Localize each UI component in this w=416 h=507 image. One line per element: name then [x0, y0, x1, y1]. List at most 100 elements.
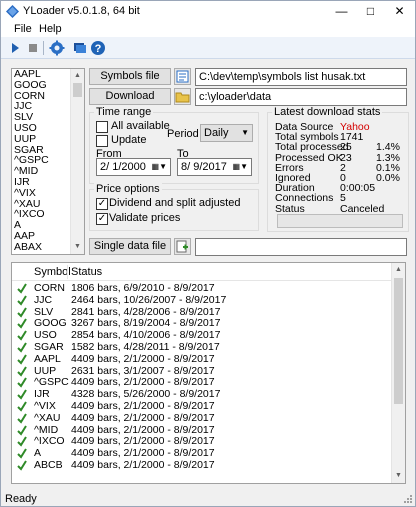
window-title: YLoader v5.0.1.8, 64 bit — [23, 5, 140, 17]
from-date-value: 2/ 1/2000 — [100, 161, 146, 173]
row-symbol: CORN — [34, 282, 65, 294]
single-data-file-path[interactable] — [195, 238, 407, 256]
table-row[interactable]: CORN 1806 bars, 6/9/2010 - 8/9/2017 — [12, 282, 392, 295]
results-grid[interactable]: Symbol Status CORN 1806 bars, 6/9/2010 - … — [11, 262, 406, 484]
folder-icon — [175, 92, 190, 103]
success-check-icon — [17, 448, 27, 459]
row-symbol: SGAR — [34, 341, 64, 353]
symbols-list[interactable]: AAPL GOOG CORN JJC SLV USO UUP SGAR ^GSPC ^MID IJR… — [11, 68, 85, 255]
resize-grip-icon[interactable] — [403, 494, 413, 504]
success-check-icon — [17, 401, 27, 412]
status-bar: Ready — [1, 491, 415, 506]
stats-percent: 0.0% — [376, 172, 400, 184]
row-status: 4409 bars, 2/1/2000 - 8/9/2017 — [71, 459, 215, 471]
period-select[interactable]: Daily ▼ — [200, 124, 253, 142]
edit-symbols-file-button[interactable] — [174, 68, 191, 85]
open-files-icon[interactable] — [72, 40, 88, 56]
update-label: Update — [111, 134, 147, 146]
scroll-down-icon[interactable]: ▼ — [392, 469, 405, 483]
period-label: Period — [167, 128, 199, 140]
row-symbol: AAPL — [34, 352, 61, 365]
row-symbol: ABCB — [34, 459, 63, 471]
settings-gear-icon[interactable] — [49, 40, 65, 56]
from-date-picker[interactable]: 2/ 1/2000 ▦▼ — [96, 158, 171, 176]
to-date-picker[interactable]: 8/ 9/2017 ▦▼ — [177, 158, 252, 176]
table-row[interactable]: ^XAU 4409 bars, 2/1/2000 - 8/9/2017 — [12, 411, 392, 425]
row-status: 4409 bars, 2/1/2000 - 8/9/2017 — [71, 352, 215, 365]
row-status: 1582 bars, 4/28/2011 - 8/9/2017 — [71, 341, 220, 353]
row-status: 2464 bars, 10/26/2007 - 8/9/2017 — [71, 293, 227, 306]
symbols-file-path[interactable]: C:\dev\temp\symbols list husak.txt — [195, 68, 407, 86]
validate-prices-label: Validate prices — [109, 212, 181, 224]
minimize-icon[interactable]: — — [327, 1, 356, 22]
status-text: Ready — [5, 493, 37, 505]
download-directory-path[interactable]: c:\yloader\data — [195, 88, 407, 106]
menu-bar: File Help — [1, 22, 415, 37]
row-status: 4409 bars, 2/1/2000 - 8/9/2017 — [71, 411, 215, 424]
start-download-icon[interactable] — [7, 40, 23, 56]
table-row[interactable]: JJC 2464 bars, 10/26/2007 - 8/9/2017 — [12, 293, 392, 307]
column-header-symbol[interactable]: Symbol — [34, 266, 71, 278]
toolbar-separator — [43, 41, 44, 55]
scroll-up-icon[interactable]: ▲ — [71, 69, 84, 83]
scroll-thumb[interactable] — [394, 278, 403, 404]
update-checkbox[interactable] — [96, 135, 108, 147]
svg-text:?: ? — [95, 43, 102, 55]
yloader-app-icon — [6, 5, 19, 18]
success-check-icon — [17, 425, 27, 436]
download-progress-bar — [277, 214, 403, 228]
menu-help[interactable]: Help — [39, 23, 62, 35]
success-check-icon — [17, 460, 27, 471]
all-available-label: All available — [111, 120, 170, 132]
results-grid-scrollbar[interactable]: ▲ ▼ — [391, 263, 405, 483]
title-bar: YLoader v5.0.1.8, 64 bit — □ ✕ — [1, 1, 415, 22]
success-check-icon — [17, 283, 27, 294]
row-symbol: ^XAU — [34, 411, 61, 424]
calendar-icon[interactable]: ▦▼ — [233, 159, 248, 175]
stop-download-icon[interactable] — [25, 40, 41, 56]
row-symbol: JJC — [34, 293, 53, 306]
toolbar: ? — [1, 37, 415, 59]
row-symbol: ^VIX — [34, 400, 56, 412]
success-check-icon — [17, 342, 27, 353]
open-directory-button[interactable] — [174, 88, 191, 105]
validate-prices-checkbox[interactable]: ✓ — [96, 213, 108, 225]
download-stats-title: Latest download stats — [272, 106, 383, 118]
success-check-icon — [17, 413, 27, 424]
time-range-title: Time range — [94, 106, 154, 118]
row-status: 4409 bars, 2/1/2000 - 8/9/2017 — [71, 400, 215, 412]
maximize-icon[interactable]: □ — [356, 1, 385, 22]
scroll-down-icon[interactable]: ▼ — [71, 240, 84, 254]
table-row[interactable]: AAPL 4409 bars, 2/1/2000 - 8/9/2017 — [12, 352, 392, 366]
table-row[interactable]: ABCB 4409 bars, 2/1/2000 - 8/9/2017 — [12, 459, 392, 472]
help-icon[interactable]: ? — [90, 40, 106, 56]
close-icon[interactable]: ✕ — [385, 1, 414, 22]
table-row[interactable]: ^VIX 4409 bars, 2/1/2000 - 8/9/2017 — [12, 400, 392, 413]
single-data-file-button[interactable]: Single data file — [89, 238, 171, 255]
scroll-up-icon[interactable]: ▲ — [392, 263, 405, 277]
download-directory-button[interactable]: Download directory — [89, 88, 171, 117]
symbols-file-button[interactable]: Symbols file — [89, 68, 171, 85]
price-options-group — [89, 189, 259, 231]
calendar-icon[interactable]: ▦▼ — [152, 159, 167, 175]
dividend-adjusted-checkbox[interactable]: ✓ — [96, 198, 108, 210]
price-options-title: Price options — [94, 183, 162, 195]
success-check-icon — [17, 366, 27, 377]
edit-single-file-button[interactable] — [174, 238, 191, 255]
table-row[interactable]: SGAR 1582 bars, 4/28/2011 - 8/9/2017 — [12, 341, 392, 354]
scroll-thumb[interactable] — [73, 83, 82, 97]
period-value: Daily — [204, 127, 229, 139]
stats-value: Canceled — [340, 202, 385, 215]
menu-file[interactable]: File — [14, 23, 32, 35]
column-divider[interactable] — [67, 265, 68, 279]
success-check-icon — [17, 389, 27, 400]
row-status: 1806 bars, 6/9/2010 - 8/9/2017 — [71, 282, 215, 294]
success-check-icon — [17, 354, 27, 365]
symbols-list-scrollbar[interactable]: ▲ ▼ — [70, 69, 84, 254]
stats-label: Status — [275, 202, 305, 215]
results-grid-header: Symbol Status — [12, 263, 392, 281]
all-available-checkbox[interactable] — [96, 121, 108, 133]
success-check-icon — [17, 307, 27, 318]
main-window: YLoader v5.0.1.8, 64 bit — □ ✕ File Help — [0, 0, 416, 507]
column-header-status[interactable]: Status — [71, 266, 102, 278]
